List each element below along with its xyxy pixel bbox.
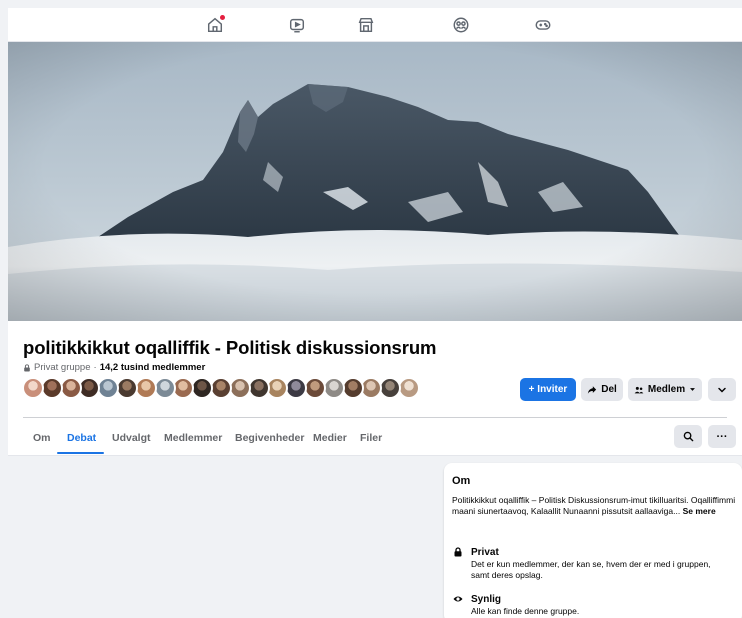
member-count[interactable]: 14,2 tusind medlemmer (100, 362, 206, 373)
privacy-text: Det er kun medlemmer, der kan se, hvem d… (471, 559, 711, 580)
notification-dot (220, 15, 225, 20)
gaming-icon[interactable] (534, 16, 552, 34)
group-privacy: Privat gruppe (34, 362, 91, 373)
tab-medlemmer[interactable]: Medlemmer (164, 432, 222, 444)
visibility-text: Alle kan finde denne gruppe. (471, 606, 580, 616)
top-navigation (8, 8, 742, 42)
member-avatar[interactable] (379, 377, 402, 399)
member-avatar[interactable] (341, 377, 364, 399)
visibility-title: Synlig (471, 594, 502, 605)
see-more-link[interactable]: Se mere (683, 506, 716, 516)
about-description: Politikkikkut oqalliffik – Politisk Disk… (452, 495, 736, 517)
member-avatar[interactable] (398, 377, 420, 399)
member-avatar[interactable] (134, 377, 157, 399)
tab-filer[interactable]: Filer (360, 432, 382, 444)
member-avatar[interactable] (97, 377, 120, 399)
lock-icon (453, 547, 463, 557)
lock-icon (24, 363, 30, 371)
share-label: Del (601, 384, 617, 395)
member-button[interactable]: Medlem (628, 378, 702, 401)
tools-more-button[interactable]: ··· (708, 425, 736, 448)
tab-begivenheder[interactable]: Begivenheder (235, 432, 304, 444)
member-avatar[interactable] (116, 377, 138, 399)
group-title: politikkikkut oqalliffik - Politisk disk… (23, 337, 437, 358)
member-avatar[interactable] (78, 377, 101, 399)
share-icon (588, 385, 597, 394)
member-avatar[interactable] (247, 377, 270, 399)
privacy-title: Privat (471, 547, 499, 558)
member-avatar[interactable] (266, 377, 289, 399)
header-divider (23, 417, 727, 418)
member-avatar[interactable] (360, 377, 383, 399)
about-card: Om Politikkikkut oqalliffik – Politisk D… (444, 463, 742, 618)
chevron-down-icon (718, 387, 726, 393)
video-icon[interactable] (288, 16, 306, 34)
tab-debat[interactable]: Debat (67, 432, 96, 444)
group-meta: Privat gruppe · 14,2 tusind medlemmer (23, 362, 205, 373)
member-avatar[interactable] (172, 377, 195, 399)
tab-om[interactable]: Om (33, 432, 51, 444)
marketplace-icon[interactable] (357, 16, 375, 34)
invite-button[interactable]: + Inviter (520, 378, 576, 401)
member-avatar[interactable] (59, 377, 82, 399)
active-tab-indicator (57, 452, 104, 454)
more-options-button[interactable] (708, 378, 736, 401)
search-icon (683, 431, 693, 442)
member-avatar[interactable] (153, 377, 176, 399)
about-title: Om (452, 475, 471, 487)
member-avatar[interactable] (22, 377, 44, 399)
member-avatar[interactable] (285, 377, 308, 399)
member-avatar[interactable] (322, 377, 345, 399)
member-label: Medlem (647, 384, 686, 395)
meta-separator: · (93, 362, 97, 373)
member-avatars[interactable] (22, 377, 442, 399)
home-icon[interactable] (206, 15, 225, 34)
search-button[interactable] (674, 425, 702, 448)
groups-icon[interactable] (452, 16, 470, 34)
eye-icon (453, 594, 463, 604)
group-page: politikkikkut oqalliffik - Politisk disk… (8, 8, 742, 618)
member-icon (634, 386, 644, 393)
tab-udvalgt[interactable]: Udvalgt (112, 432, 151, 444)
member-avatar[interactable] (228, 377, 251, 399)
member-avatar[interactable] (40, 377, 63, 399)
cover-photo (8, 42, 742, 321)
member-avatar[interactable] (210, 377, 232, 399)
member-avatar[interactable] (304, 377, 326, 399)
share-button[interactable]: Del (581, 378, 623, 401)
caret-down-icon (690, 388, 696, 391)
tab-medier[interactable]: Medier (313, 432, 347, 444)
member-avatar[interactable] (191, 377, 214, 399)
